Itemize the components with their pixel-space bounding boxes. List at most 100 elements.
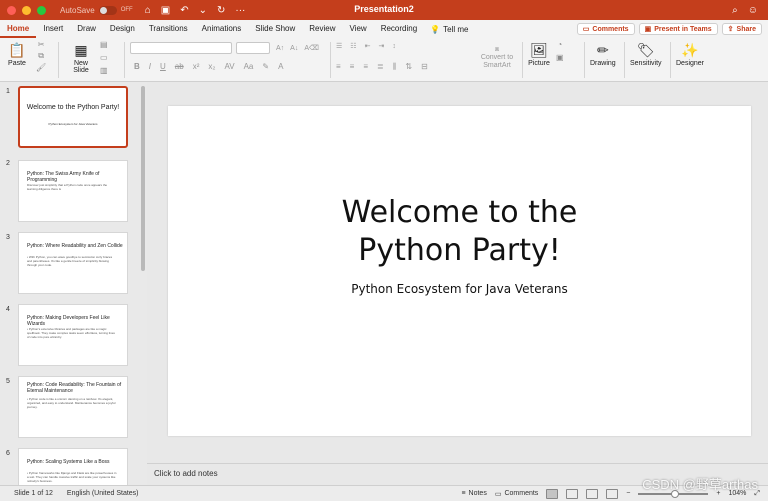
convert-smartart-button[interactable]: ⧈ Convert to SmartArt [478, 46, 516, 70]
strikethrough-icon[interactable]: ab [175, 62, 184, 71]
slideshow-button[interactable] [606, 488, 619, 499]
picture-button[interactable]: 🖼 Picture [528, 40, 550, 68]
slide-thumbnail-pane[interactable]: 1 Welcome to the Python Party! Python Ec… [0, 82, 147, 485]
drawing-button[interactable]: ✏ Drawing [590, 40, 616, 68]
paste-button[interactable]: 📋 Paste [6, 40, 28, 68]
align-right-icon[interactable]: ≡ [363, 62, 368, 72]
tab-slide-show[interactable]: Slide Show [248, 20, 302, 38]
align-center-icon[interactable]: ≡ [350, 62, 355, 72]
slide-subtitle[interactable]: Python Ecosystem for Java Veterans [168, 282, 751, 296]
autosave-toggle[interactable] [98, 5, 117, 15]
minimize-window-button[interactable] [22, 5, 31, 15]
sensitivity-label: Sensitivity [630, 60, 662, 67]
font-name-select[interactable] [130, 42, 232, 54]
char-spacing-icon[interactable]: AV [224, 62, 234, 71]
sensitivity-button[interactable]: 🏷 Sensitivity [630, 40, 662, 68]
designer-button[interactable]: ✨ Designer [676, 40, 704, 68]
tab-view[interactable]: View [343, 20, 374, 38]
slide-thumbnail-6[interactable]: Python: Scaling Systems Like a Boss • Py… [18, 448, 128, 485]
tab-animations[interactable]: Animations [195, 20, 249, 38]
undo-icon[interactable]: ↶ [180, 5, 188, 16]
quick-access-toolbar: ⌂ ▣ ↶ ⌄ ↻ ··· [145, 5, 246, 16]
present-in-teams-button[interactable]: ▣ Present in Teams [638, 23, 718, 35]
home-icon[interactable]: ⌂ [145, 5, 151, 16]
teams-icon: ▣ [644, 26, 652, 33]
columns-icon[interactable]: ⫼ [393, 62, 397, 72]
cut-icon[interactable]: ✂ [38, 40, 45, 49]
italic-icon[interactable]: I [149, 62, 151, 71]
language-indicator[interactable]: English (United States) [67, 490, 139, 497]
new-slide-button[interactable]: ▦ New Slide [66, 40, 96, 75]
align-left-icon[interactable]: ≡ [336, 62, 341, 72]
slide-thumbnail-2[interactable]: Python: The Swiss Army Knife of Programm… [18, 160, 128, 222]
superscript-icon[interactable]: x² [193, 62, 200, 71]
slide-sorter-button[interactable] [566, 488, 579, 499]
tell-me[interactable]: 💡 Tell me [424, 25, 474, 34]
thumbnail-title: Python: Where Readability and Zen Collid… [27, 243, 123, 249]
normal-view-button[interactable] [546, 488, 559, 499]
tab-transitions[interactable]: Transitions [142, 20, 195, 38]
decrease-indent-icon[interactable]: ⇤ [365, 42, 371, 50]
slide-thumbnail-3[interactable]: Python: Where Readability and Zen Collid… [18, 232, 128, 294]
format-painter-icon[interactable]: 🖌 [36, 63, 46, 72]
close-window-button[interactable] [7, 5, 16, 15]
tab-design[interactable]: Design [103, 20, 142, 38]
underline-icon[interactable]: U [160, 62, 166, 71]
change-case-icon[interactable]: Aa [244, 62, 254, 71]
slide-thumbnail-5[interactable]: Python: Code Readability: The Fountain o… [18, 376, 128, 438]
copy-icon[interactable]: ⧉ [38, 51, 44, 61]
tab-home[interactable]: Home [0, 20, 37, 38]
tell-me-label: Tell me [443, 24, 469, 34]
convert-smartart-label: Convert to SmartArt [480, 54, 514, 69]
smartart-icon: ⧈ [494, 46, 500, 53]
tab-recording[interactable]: Recording [374, 20, 424, 38]
text-direction-icon[interactable]: ⇅ [405, 62, 412, 72]
tab-review[interactable]: Review [302, 20, 342, 38]
thumbnail-body: Discover just simplicity that a Python c… [27, 183, 108, 191]
shapes-icon[interactable]: ◔ [557, 40, 562, 49]
comments-button[interactable]: ▭ Comments [576, 23, 635, 35]
comments-toggle-button[interactable]: ▭ Comments [495, 490, 538, 498]
font-size-select[interactable] [236, 42, 270, 54]
line-spacing-icon[interactable]: ↕ [392, 43, 396, 50]
highlight-icon[interactable]: ✎ [262, 62, 269, 71]
increase-font-icon[interactable]: A↑ [276, 45, 284, 52]
font-format-row: B I U ab x² x₂ AV Aa ✎ A [134, 62, 283, 71]
zoom-window-button[interactable] [37, 5, 46, 15]
tab-draw[interactable]: Draw [70, 20, 103, 38]
numbering-icon[interactable]: ☷ [350, 42, 356, 50]
present-in-teams-label: Present in Teams [654, 25, 712, 33]
search-icon[interactable]: ⌕ [732, 5, 738, 16]
justify-icon[interactable]: ≣ [377, 62, 384, 72]
subscript-icon[interactable]: x₂ [208, 62, 215, 71]
slide-title[interactable]: Welcome to the Python Party! [168, 194, 751, 270]
section-icon[interactable]: ▥ [100, 66, 108, 75]
slide-thumbnail-1[interactable]: Welcome to the Python Party! Python Ecos… [18, 86, 128, 148]
layout-icon[interactable]: ▤ [100, 40, 108, 49]
chevron-down-icon[interactable]: ⌄ [199, 5, 207, 16]
bullets-icon[interactable]: ☰ [336, 42, 342, 50]
notes-toggle-button[interactable]: ≡ Notes [461, 490, 486, 497]
reset-icon[interactable]: ▭ [100, 53, 108, 62]
account-icon[interactable]: ☺ [748, 5, 758, 16]
slide-thumbnail-4[interactable]: Python: Making Developers Feel Like Wiza… [18, 304, 128, 366]
align-text-icon[interactable]: ⊟ [421, 62, 428, 72]
share-button[interactable]: ⇪ Share [721, 23, 762, 35]
tab-insert[interactable]: Insert [36, 20, 70, 38]
zoom-out-icon[interactable]: − [626, 490, 630, 497]
save-icon[interactable]: ▣ [161, 5, 170, 16]
redo-icon[interactable]: ↻ [217, 5, 225, 16]
picture-icon: 🖼 [530, 41, 548, 58]
paragraph-buttons-bottom: ≡ ≡ ≡ ≣ ⫼ ⇅ ⊟ [336, 62, 428, 72]
current-slide[interactable]: Welcome to the Python Party! Python Ecos… [168, 106, 751, 436]
thumbnail-scrollbar[interactable] [141, 86, 145, 271]
decrease-font-icon[interactable]: A↓ [290, 45, 298, 52]
more-icon[interactable]: ··· [235, 5, 245, 16]
bold-icon[interactable]: B [134, 62, 140, 71]
notes-placeholder: Click to add notes [154, 469, 218, 478]
font-color-icon[interactable]: A [278, 62, 283, 71]
increase-indent-icon[interactable]: ⇥ [378, 42, 384, 50]
arrange-icon[interactable]: ▣ [556, 53, 564, 62]
clear-formatting-icon[interactable]: A⌫ [304, 44, 319, 52]
reading-view-button[interactable] [586, 488, 599, 499]
